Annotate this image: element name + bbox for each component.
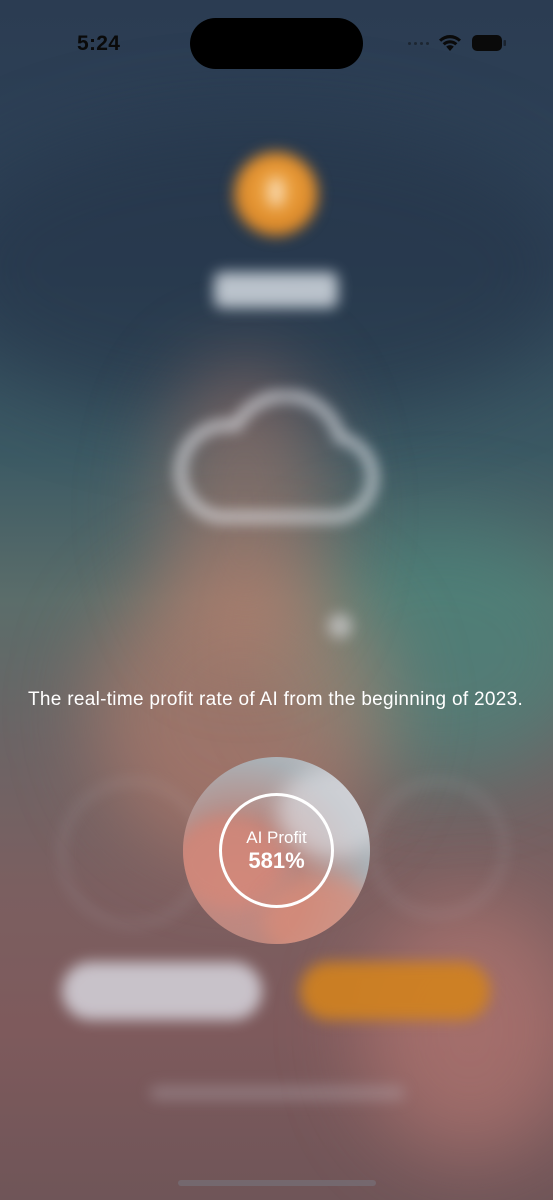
dimmed-app-content (0, 0, 553, 1200)
signal-icon (408, 41, 429, 45)
status-bar: 5:24 (0, 0, 553, 90)
secondary-button (62, 962, 262, 1020)
app-logo-icon (234, 152, 318, 236)
status-time: 5:24 (77, 32, 121, 55)
app-wordmark (214, 272, 338, 308)
guide-description: The real-time profit rate of AI from the… (28, 689, 524, 710)
wifi-icon (439, 35, 461, 51)
ai-profit-label: AI Profit (246, 827, 307, 847)
stat-ring (370, 780, 506, 916)
dynamic-island (190, 18, 363, 69)
indicator-dot (328, 614, 352, 638)
status-icons (408, 34, 507, 52)
ai-profit-ring[interactable]: AI Profit 581% (219, 793, 334, 908)
footer-text (150, 1086, 405, 1100)
ai-profit-value: 581% (248, 847, 305, 873)
home-indicator[interactable] (178, 1180, 376, 1186)
primary-button (300, 962, 490, 1020)
cloud-icon (175, 392, 378, 522)
battery-icon (472, 35, 506, 51)
spotlight-highlight[interactable]: AI Profit 581% (183, 757, 370, 944)
